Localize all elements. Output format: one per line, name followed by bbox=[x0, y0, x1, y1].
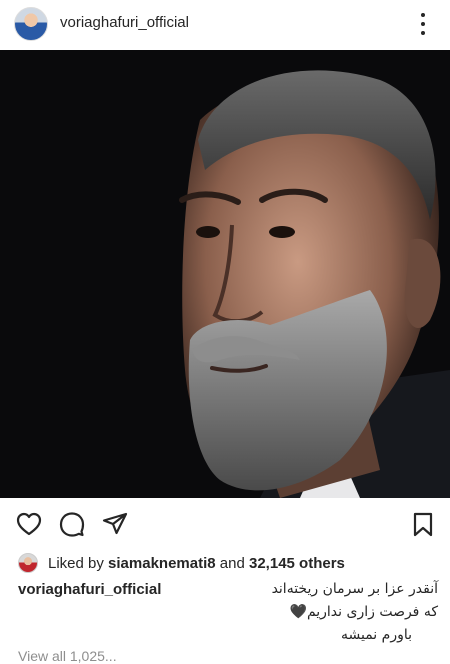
view-comments-link[interactable]: View all 1,025... bbox=[18, 648, 117, 664]
post-username[interactable]: voriaghafuri_official bbox=[60, 14, 189, 31]
caption-first-line: voriaghafuri_official آنقدر عزا بر سرمان… bbox=[18, 581, 438, 603]
caption-text-line2: که فرصت زاری نداریم🖤 bbox=[289, 604, 438, 620]
likes-and: and bbox=[219, 555, 245, 572]
likes-count[interactable]: 32,145 others bbox=[249, 555, 345, 572]
liker-username[interactable]: siamaknemati8 bbox=[108, 555, 216, 572]
post-actions bbox=[0, 498, 450, 546]
likes-summary[interactable]: Liked by siamaknemati8 and 32,145 others bbox=[48, 555, 345, 572]
caption-text-line3: باورم نمیشه bbox=[340, 627, 412, 643]
likes-prefix: Liked by bbox=[48, 555, 104, 572]
paper-plane-icon[interactable] bbox=[102, 511, 128, 537]
likes-row: Liked by siamaknemati8 and 32,145 others bbox=[0, 550, 450, 576]
caption-username[interactable]: voriaghafuri_official bbox=[18, 581, 161, 598]
heart-icon[interactable] bbox=[16, 511, 42, 537]
caption-text-line1: آنقدر عزا بر سرمان ریخته‌اند bbox=[271, 581, 438, 597]
post-header: voriaghafuri_official bbox=[0, 0, 450, 50]
portrait-image bbox=[0, 50, 450, 498]
post-photo[interactable] bbox=[0, 50, 450, 498]
bookmark-icon[interactable] bbox=[410, 511, 436, 537]
comment-icon[interactable] bbox=[59, 511, 85, 537]
more-options-icon[interactable] bbox=[414, 13, 432, 35]
liker-avatar[interactable] bbox=[18, 553, 38, 573]
profile-avatar[interactable] bbox=[14, 7, 48, 41]
